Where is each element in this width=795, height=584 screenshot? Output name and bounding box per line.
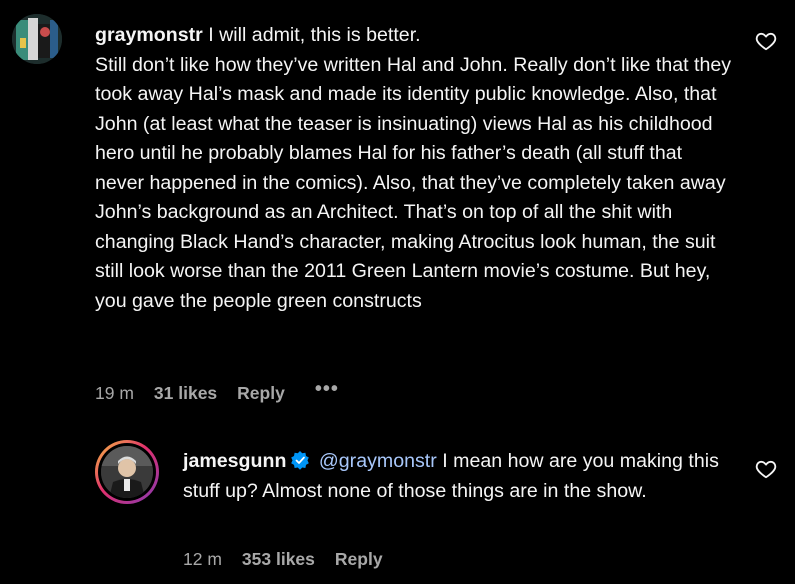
avatar-jamesgunn[interactable] [95, 440, 159, 504]
mention-link[interactable]: @graymonstr [319, 450, 437, 472]
comment-text-first: I will admit, this is better. [208, 24, 421, 46]
timestamp: 12 m [183, 549, 222, 569]
timestamp: 19 m [95, 383, 134, 403]
comment-meta: 19 m 31 likes Reply ••• [95, 379, 339, 404]
like-heart-icon[interactable] [755, 458, 777, 480]
username-link[interactable]: jamesgunn [183, 450, 286, 472]
comment-body: jamesgunn @graymonstr I mean how are you… [183, 447, 743, 506]
reply-button[interactable]: Reply [237, 383, 285, 404]
avatar-image [12, 14, 62, 64]
comment-meta: 12 m 353 likes Reply [183, 549, 413, 570]
more-options-button[interactable]: ••• [315, 379, 339, 399]
person-icon [101, 446, 153, 498]
avatar-image [101, 446, 153, 498]
avatar-graymonstr[interactable] [12, 14, 62, 64]
comment-text-rest: Still don’t like how they’ve written Hal… [95, 53, 732, 312]
verified-badge-icon [290, 450, 310, 470]
username-link[interactable]: graymonstr [95, 24, 203, 46]
avatar-ring [98, 443, 156, 501]
comment-body: graymonstr I will admit, this is better.… [95, 21, 735, 316]
likes-count[interactable]: 353 likes [242, 549, 315, 570]
likes-count[interactable]: 31 likes [154, 383, 217, 404]
reply-button[interactable]: Reply [335, 549, 383, 570]
like-heart-icon[interactable] [755, 30, 777, 52]
